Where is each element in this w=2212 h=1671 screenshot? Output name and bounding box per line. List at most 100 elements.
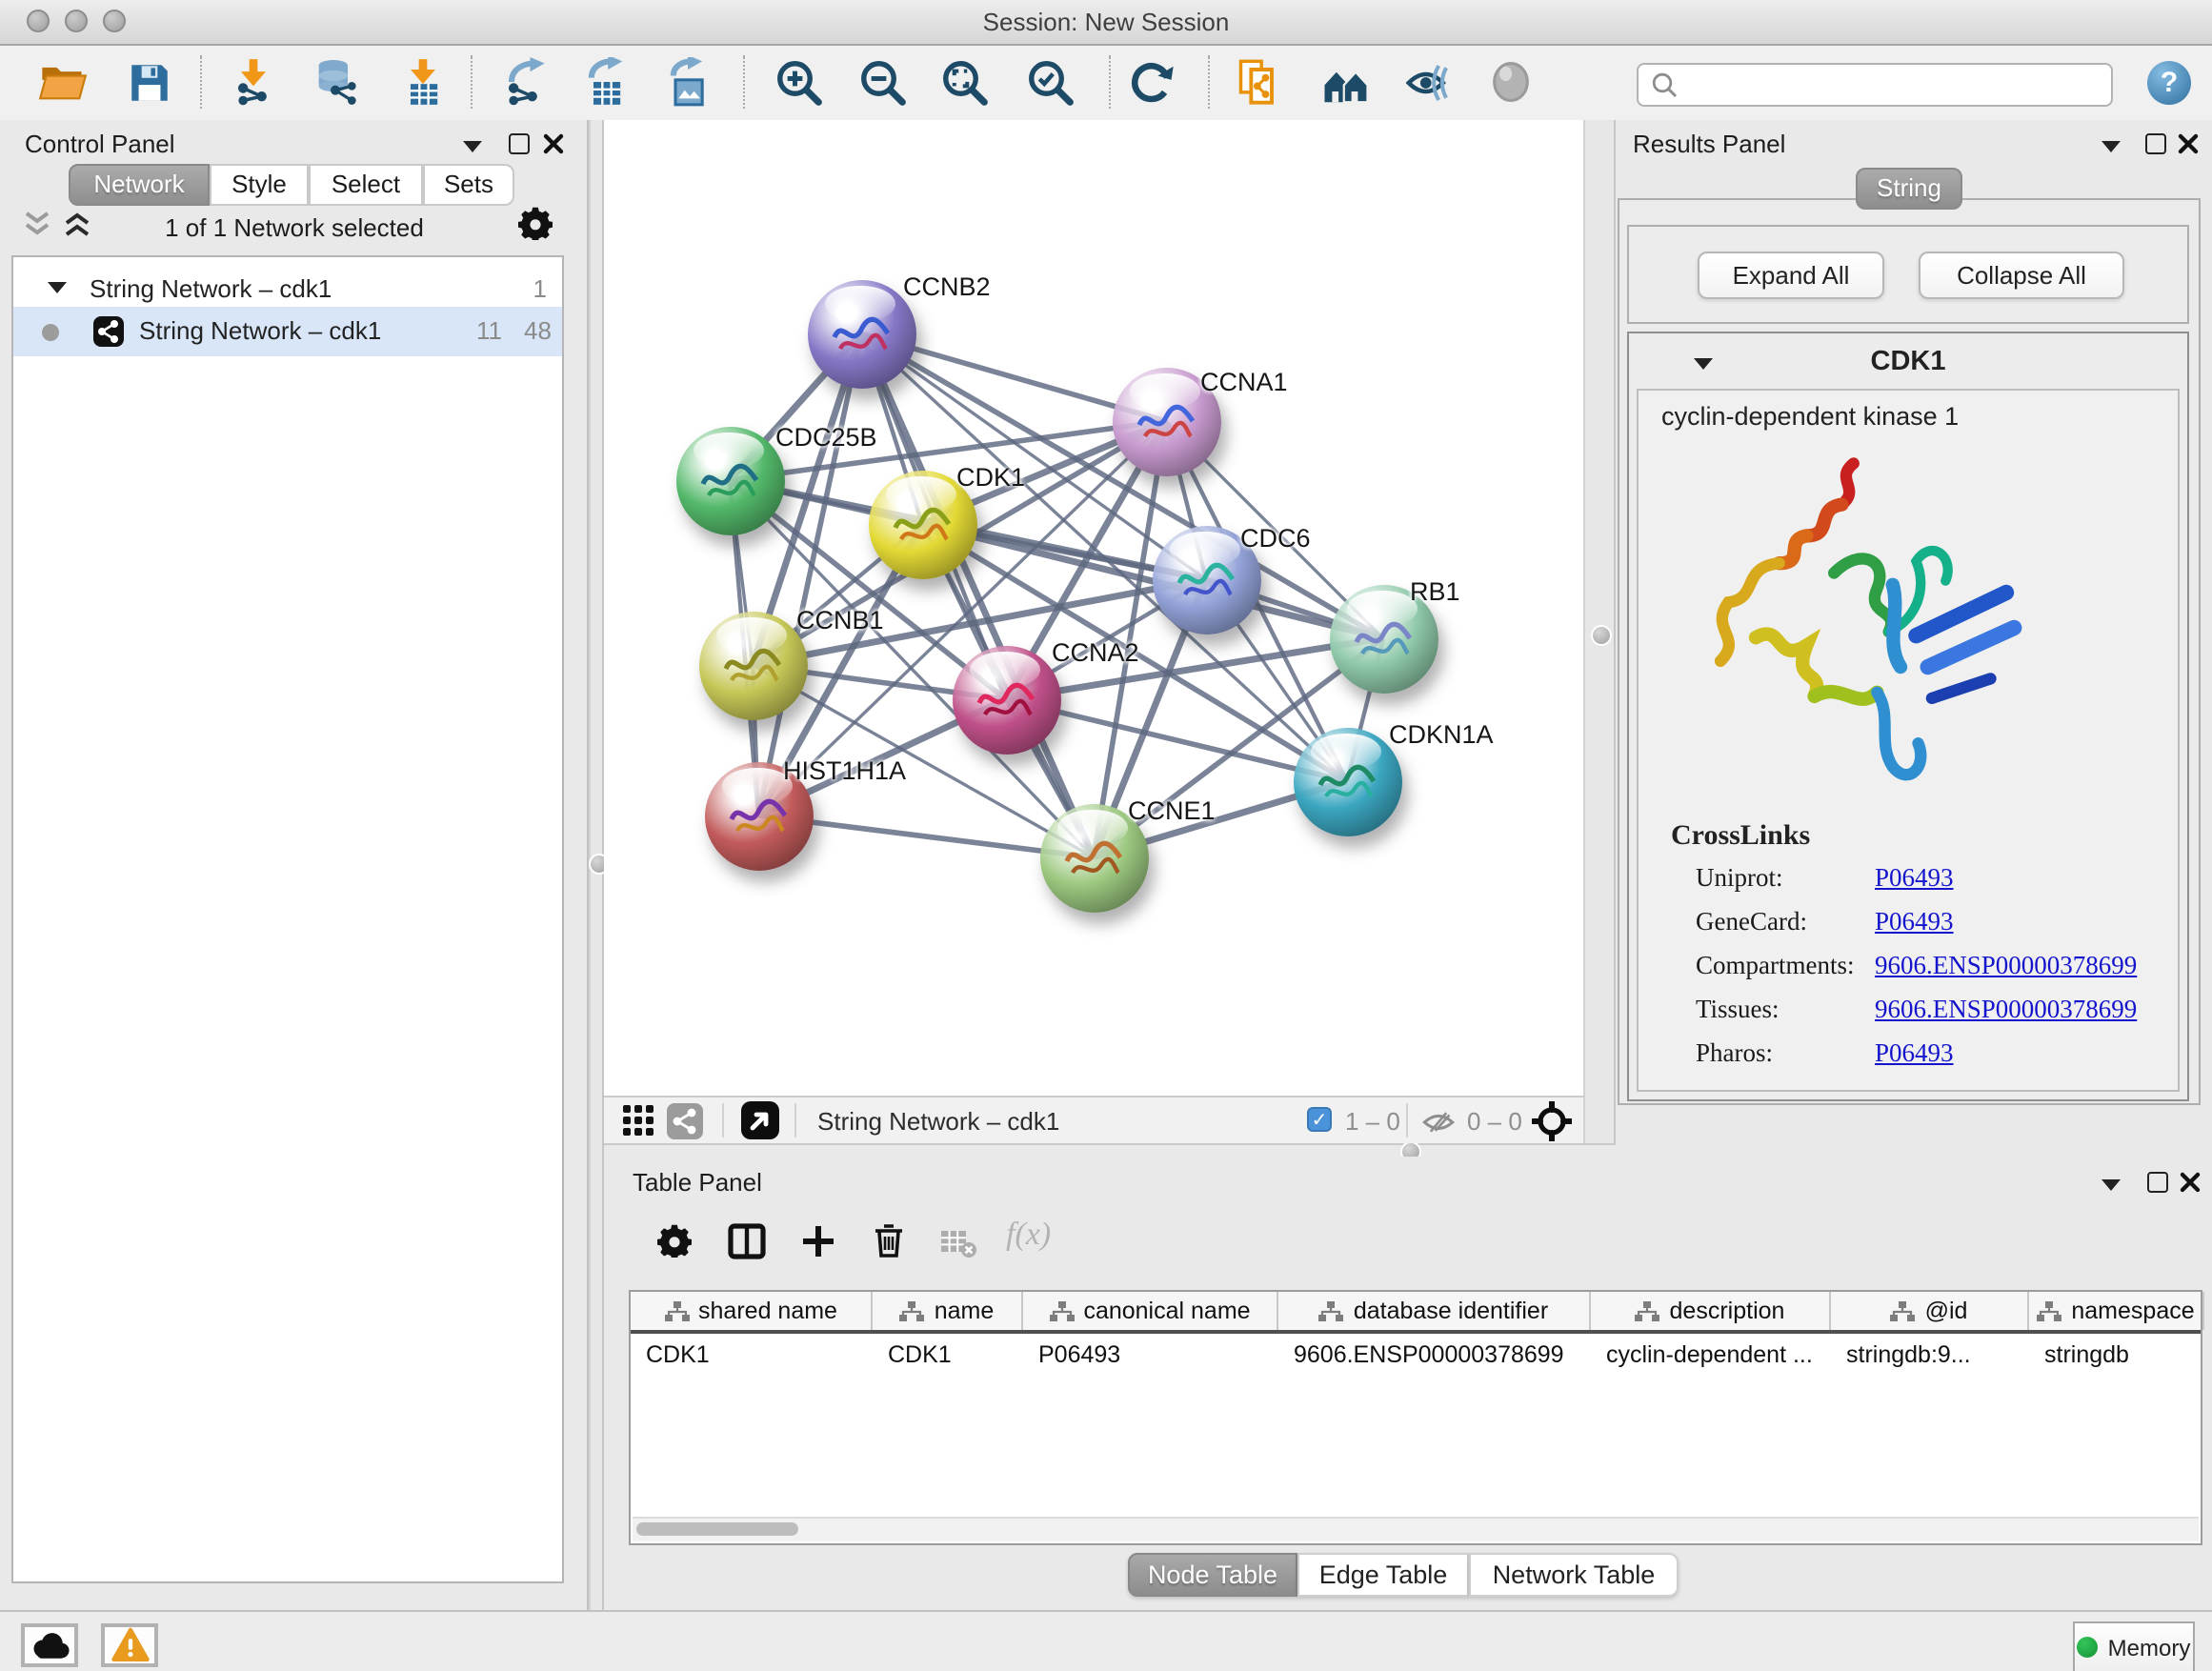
zoom-selected-button[interactable]: [1023, 55, 1076, 109]
right-splitter-handle[interactable]: [1591, 625, 1612, 646]
home-button[interactable]: [1318, 55, 1372, 109]
warning-button[interactable]: [101, 1623, 158, 1667]
tab-string[interactable]: String: [1856, 168, 1962, 210]
column-header-name[interactable]: name: [873, 1292, 1023, 1330]
share-view-icon[interactable]: [667, 1103, 703, 1139]
table-horizontal-scrollbar[interactable]: [633, 1517, 2199, 1541]
tree-expand-caret-icon[interactable]: [48, 282, 67, 293]
export-image-button[interactable]: [661, 55, 714, 109]
table-cell[interactable]: P06493: [1023, 1341, 1278, 1368]
left-splitter[interactable]: [589, 120, 604, 1610]
column-header-shared-name[interactable]: shared name: [631, 1292, 873, 1330]
network-collection-row[interactable]: String Network – cdk1 1: [13, 267, 562, 312]
delete-table-button[interactable]: [937, 1223, 979, 1265]
import-network-from-database-button[interactable]: [309, 55, 362, 109]
right-splitter[interactable]: [1583, 120, 1616, 1157]
crosslink-link[interactable]: 9606.ENSP00000378699: [1875, 995, 2137, 1025]
memory-button[interactable]: Memory: [2073, 1621, 2195, 1671]
tab-network[interactable]: Network: [69, 164, 210, 206]
node-CCNB1[interactable]: [699, 612, 808, 720]
collapse-all-button[interactable]: Collapse All: [1919, 252, 2124, 299]
attribute-icon: [2037, 1300, 2061, 1321]
column-header-database-identifier[interactable]: database identifier: [1278, 1292, 1591, 1330]
crosslink-label: Uniprot:: [1696, 863, 1783, 894]
search-input[interactable]: [1684, 70, 2111, 100]
share-document-icon: [1235, 57, 1284, 107]
tab-node-table[interactable]: Node Table: [1128, 1553, 1297, 1597]
node-CCNB2[interactable]: [808, 280, 916, 389]
crosslink-link[interactable]: P06493: [1875, 907, 1954, 937]
table-settings-gear-icon[interactable]: [654, 1219, 695, 1261]
network-row[interactable]: String Network – cdk1 11 48: [13, 307, 562, 356]
network-node-count: 11: [476, 316, 502, 345]
zoom-in-button[interactable]: [772, 55, 825, 109]
crosslink-link[interactable]: P06493: [1875, 1038, 1954, 1069]
zoom-fit-button[interactable]: [937, 55, 991, 109]
zoom-out-button[interactable]: [855, 55, 909, 109]
table-cell[interactable]: cyclin-dependent ...: [1591, 1341, 1831, 1368]
table-cell[interactable]: CDK1: [873, 1341, 1023, 1368]
refresh-button[interactable]: [1126, 55, 1179, 109]
import-network-button[interactable]: [227, 55, 280, 109]
column-header-canonical-name[interactable]: canonical name: [1023, 1292, 1278, 1330]
node-structure-thumbnail: [890, 497, 955, 551]
window-titlebar: Session: New Session: [0, 0, 2212, 46]
crosslink-link[interactable]: P06493: [1875, 863, 1954, 894]
control-panel-title: Control Panel: [25, 130, 175, 158]
scrollbar-thumb[interactable]: [636, 1522, 798, 1536]
node-label-CDKN1A: CDKN1A: [1389, 720, 1494, 749]
panel-menu-caret-icon[interactable]: [463, 141, 482, 152]
panel-menu-caret-icon[interactable]: [2101, 141, 2121, 152]
panel-close-icon[interactable]: [2178, 133, 2199, 154]
help-button[interactable]: ?: [2147, 61, 2191, 105]
hide-glasses-button[interactable]: [1400, 55, 1454, 109]
node-CDKN1A[interactable]: [1294, 728, 1402, 836]
selected-checkbox-icon[interactable]: ✓: [1307, 1107, 1332, 1132]
question-mark-icon: ?: [2161, 67, 2178, 99]
export-table-button[interactable]: [579, 55, 633, 109]
tab-edge-table[interactable]: Edge Table: [1297, 1553, 1469, 1597]
table-cell[interactable]: stringdb:9...: [1831, 1341, 2029, 1368]
panel-menu-caret-icon[interactable]: [2101, 1179, 2121, 1191]
crosslink-link[interactable]: 9606.ENSP00000378699: [1875, 951, 2137, 981]
network-canvas[interactable]: CCNB2CCNA1CDC25BCDK1CDC6RB1CCNB1CCNA2CDK…: [604, 120, 1583, 1096]
add-column-button[interactable]: [796, 1219, 838, 1261]
tab-style[interactable]: Style: [210, 164, 309, 206]
export-network-button[interactable]: [497, 55, 551, 109]
column-header--id[interactable]: @id: [1831, 1292, 2029, 1330]
node-CCNA2[interactable]: [953, 646, 1061, 755]
share-document-button[interactable]: [1233, 55, 1286, 109]
tab-select[interactable]: Select: [309, 164, 423, 206]
grey-eye-button[interactable]: [1484, 55, 1538, 109]
import-table-button[interactable]: [396, 55, 450, 109]
expand-all-button[interactable]: Expand All: [1698, 252, 1884, 299]
show-columns-button[interactable]: [726, 1219, 768, 1261]
function-builder-button[interactable]: f(x): [1006, 1216, 1051, 1254]
open-window-button[interactable]: [741, 1101, 779, 1139]
delete-column-button[interactable]: [867, 1219, 909, 1261]
panel-float-icon[interactable]: [509, 133, 530, 154]
network-options-gear-icon[interactable]: [518, 206, 553, 246]
table-cell[interactable]: 9606.ENSP00000378699: [1278, 1341, 1591, 1368]
table-header-row: shared namenamecanonical namedatabase id…: [631, 1292, 2201, 1334]
import-table-icon: [398, 57, 448, 107]
table-cell[interactable]: CDK1: [631, 1341, 873, 1368]
tab-sets[interactable]: Sets: [423, 164, 514, 206]
panel-float-icon[interactable]: [2147, 1172, 2168, 1193]
column-header-description[interactable]: description: [1591, 1292, 1831, 1330]
cloud-button[interactable]: [21, 1623, 78, 1667]
eye-slash-icon: [1401, 56, 1453, 108]
results-panel: Results Panel String Expand All Collapse…: [1616, 120, 2212, 1157]
tab-network-table[interactable]: Network Table: [1469, 1553, 1679, 1597]
table-cell[interactable]: stringdb: [2029, 1341, 2204, 1368]
panel-close-icon[interactable]: [543, 133, 564, 154]
birdseye-crosshair-icon[interactable]: [1532, 1101, 1572, 1141]
grid-view-icon[interactable]: [623, 1105, 655, 1137]
save-session-button[interactable]: [122, 55, 175, 109]
node-CDC25B[interactable]: [676, 427, 785, 535]
panel-float-icon[interactable]: [2145, 133, 2166, 154]
node-label-RB1: RB1: [1410, 577, 1460, 606]
column-header-namespace[interactable]: namespace: [2029, 1292, 2204, 1330]
panel-close-icon[interactable]: [2180, 1172, 2201, 1193]
open-session-button[interactable]: [36, 55, 90, 109]
